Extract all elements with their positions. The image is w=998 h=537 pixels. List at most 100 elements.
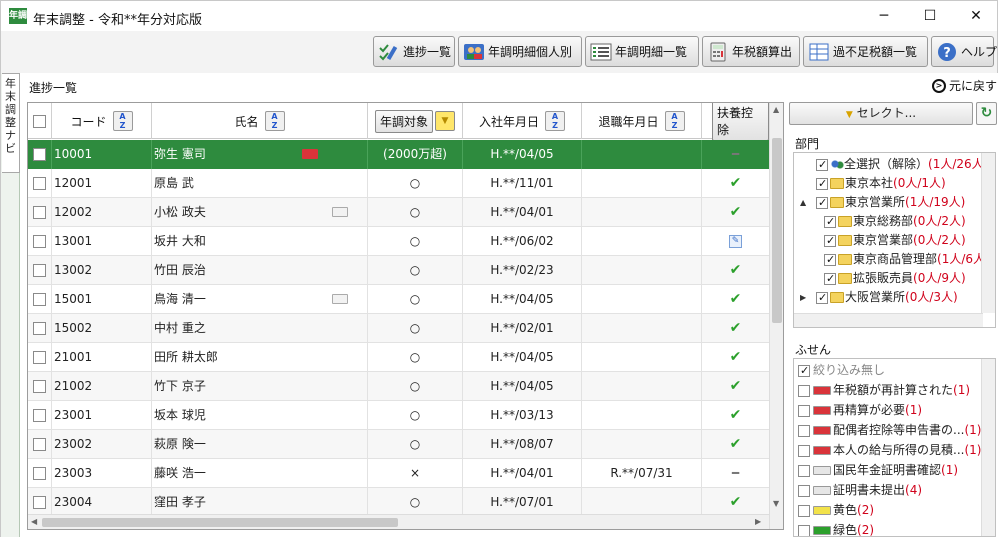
fusen-item[interactable]: 国民年金証明書確認(1)	[798, 460, 958, 480]
table-row[interactable]: 13002 竹田 辰治 ○ H.**/02/23 ✔	[28, 256, 770, 285]
tree-expander-icon[interactable]: ▲	[800, 193, 806, 212]
department-item[interactable]: 東京総務部(0人/2人)	[824, 212, 966, 231]
row-checkbox-cell[interactable]	[28, 227, 52, 256]
table-row[interactable]: 10001 弥生 憲司 (2000万超) H.**/04/05 ━	[28, 140, 770, 169]
dependent-cell[interactable]: ✎	[702, 227, 770, 256]
row-checkbox[interactable]	[33, 438, 46, 451]
dependent-cell[interactable]: ✔	[702, 430, 770, 459]
fusen-vertical-scrollbar[interactable]	[981, 359, 995, 536]
scroll-left-icon[interactable]: ◀	[31, 517, 37, 526]
row-checkbox[interactable]	[33, 496, 46, 509]
grid-horizontal-thumb[interactable]	[42, 518, 398, 527]
sort-az-icon[interactable]: AZ	[664, 111, 685, 131]
close-button[interactable]: ✕	[953, 1, 998, 32]
sort-az-icon[interactable]: AZ	[264, 111, 285, 131]
row-checkbox-cell[interactable]	[28, 488, 52, 517]
fusen-checkbox[interactable]	[798, 484, 810, 497]
scroll-down-icon[interactable]: ▼	[773, 499, 779, 508]
row-checkbox-cell[interactable]	[28, 372, 52, 401]
dependent-cell[interactable]: ✔	[702, 169, 770, 198]
fusen-item[interactable]: 本人の給与所得の見積...(1)	[798, 440, 981, 460]
department-item[interactable]: 拡張販売員(0人/9人)	[824, 269, 966, 288]
dependent-cell[interactable]: ✔	[702, 372, 770, 401]
grid-vertical-scrollbar[interactable]: ▲ ▼	[769, 103, 783, 529]
dependent-cell[interactable]: ✔	[702, 314, 770, 343]
dependent-cell[interactable]: ✔	[702, 285, 770, 314]
row-checkbox-cell[interactable]	[28, 401, 52, 430]
fusen-item[interactable]: 絞り込み無し	[798, 360, 885, 381]
department-checkbox[interactable]	[824, 269, 836, 288]
personal-detail-button[interactable]: 年調明細個人別	[458, 36, 582, 67]
tax-calc-button[interactable]: 年税額算出	[702, 36, 800, 67]
excess-tax-list-button[interactable]: 過不足税額一覧	[803, 36, 928, 67]
fusen-checkbox[interactable]	[798, 404, 810, 417]
target-filter-button[interactable]: 年調対象	[374, 109, 433, 133]
fusen-checkbox[interactable]	[798, 384, 810, 397]
row-checkbox[interactable]	[33, 380, 46, 393]
table-row[interactable]: 23004 窪田 孝子 ○ H.**/07/01 ✔	[28, 488, 770, 517]
table-row[interactable]: 12002 小松 政夫 ○ H.**/04/01 ✔	[28, 198, 770, 227]
row-checkbox[interactable]	[33, 467, 46, 480]
header-select-all[interactable]	[28, 103, 52, 139]
dependent-cell[interactable]: ✔	[702, 343, 770, 372]
table-row[interactable]: 15001 鳥海 清一 ○ H.**/04/05 ✔	[28, 285, 770, 314]
fusen-checkbox[interactable]	[798, 524, 810, 536]
department-checkbox[interactable]	[824, 231, 836, 250]
row-checkbox-cell[interactable]	[28, 285, 52, 314]
fusen-item[interactable]: 配偶者控除等申告書の...(1)	[798, 420, 981, 440]
table-row[interactable]: 23003 藤咲 浩一 × H.**/04/01 R.**/07/31 ━	[28, 459, 770, 488]
dept-vertical-scrollbar[interactable]	[981, 153, 995, 313]
scroll-up-icon[interactable]: ▲	[773, 105, 779, 114]
department-item[interactable]: 東京本社(0人/1人)	[816, 174, 946, 193]
dependent-cell[interactable]: ✔	[702, 488, 770, 517]
fusen-item[interactable]: 黄色(2)	[798, 500, 874, 520]
row-checkbox-cell[interactable]	[28, 343, 52, 372]
minimize-button[interactable]: ─	[861, 1, 907, 32]
row-checkbox-cell[interactable]	[28, 314, 52, 343]
department-checkbox[interactable]	[816, 174, 828, 193]
fusen-item[interactable]: 証明書未提出(4)	[798, 480, 922, 500]
department-checkbox[interactable]	[824, 250, 836, 269]
fusen-checkbox[interactable]	[798, 444, 810, 457]
department-checkbox[interactable]	[816, 155, 828, 174]
table-row[interactable]: 23002 萩原 険一 ○ H.**/08/07 ✔	[28, 430, 770, 459]
dependent-cell[interactable]: ✔	[702, 256, 770, 285]
row-checkbox[interactable]	[33, 235, 46, 248]
select-all-checkbox[interactable]	[33, 114, 46, 128]
row-checkbox-cell[interactable]	[28, 430, 52, 459]
sort-az-icon[interactable]: AZ	[112, 111, 133, 131]
row-checkbox[interactable]	[33, 148, 46, 161]
table-row[interactable]: 13001 坂井 大和 ○ H.**/06/02 ✎	[28, 227, 770, 256]
row-checkbox[interactable]	[33, 322, 46, 335]
dependent-cell[interactable]: ━	[702, 140, 770, 169]
fusen-checkbox[interactable]	[798, 361, 810, 381]
row-checkbox-cell[interactable]	[28, 140, 52, 169]
dept-horizontal-scrollbar[interactable]	[794, 313, 983, 327]
maximize-button[interactable]: ☐	[907, 1, 953, 32]
dependent-cell[interactable]: ━	[702, 459, 770, 488]
department-item[interactable]: ▶ 大阪営業所(0人/3人)	[800, 288, 958, 307]
year-end-navi-tab[interactable]: 年末調整ナビ	[2, 73, 20, 173]
row-checkbox-cell[interactable]	[28, 169, 52, 198]
row-checkbox-cell[interactable]	[28, 198, 52, 227]
table-row[interactable]: 12001 原島 武 ○ H.**/11/01 ✔	[28, 169, 770, 198]
grid-vertical-thumb[interactable]	[772, 138, 782, 323]
row-checkbox[interactable]	[33, 409, 46, 422]
dependent-cell[interactable]: ✔	[702, 198, 770, 227]
tree-expander-icon[interactable]: ▶	[800, 288, 806, 307]
fusen-item[interactable]: 年税額が再計算された(1)	[798, 380, 970, 400]
table-row[interactable]: 21001 田所 耕太郎 ○ H.**/04/05 ✔	[28, 343, 770, 372]
dependent-deduction-button[interactable]: 扶養控除	[712, 103, 769, 141]
fusen-item[interactable]: 緑色(2)	[798, 520, 874, 536]
undo-button[interactable]: > 元に戻す	[932, 77, 997, 94]
dependent-cell[interactable]: ✔	[702, 401, 770, 430]
row-checkbox[interactable]	[33, 264, 46, 277]
detail-list-button[interactable]: 年調明細一覧	[585, 36, 699, 67]
fusen-item[interactable]: 再精算が必要(1)	[798, 400, 922, 420]
table-row[interactable]: 15002 中村 重之 ○ H.**/02/01 ✔	[28, 314, 770, 343]
sort-az-icon[interactable]: AZ	[545, 111, 565, 131]
table-row[interactable]: 23001 坂本 球児 ○ H.**/03/13 ✔	[28, 401, 770, 430]
row-checkbox[interactable]	[33, 177, 46, 190]
department-item[interactable]: ▲ 東京営業所(1人/19人)	[800, 193, 965, 212]
scroll-right-icon[interactable]: ▶	[755, 517, 761, 526]
